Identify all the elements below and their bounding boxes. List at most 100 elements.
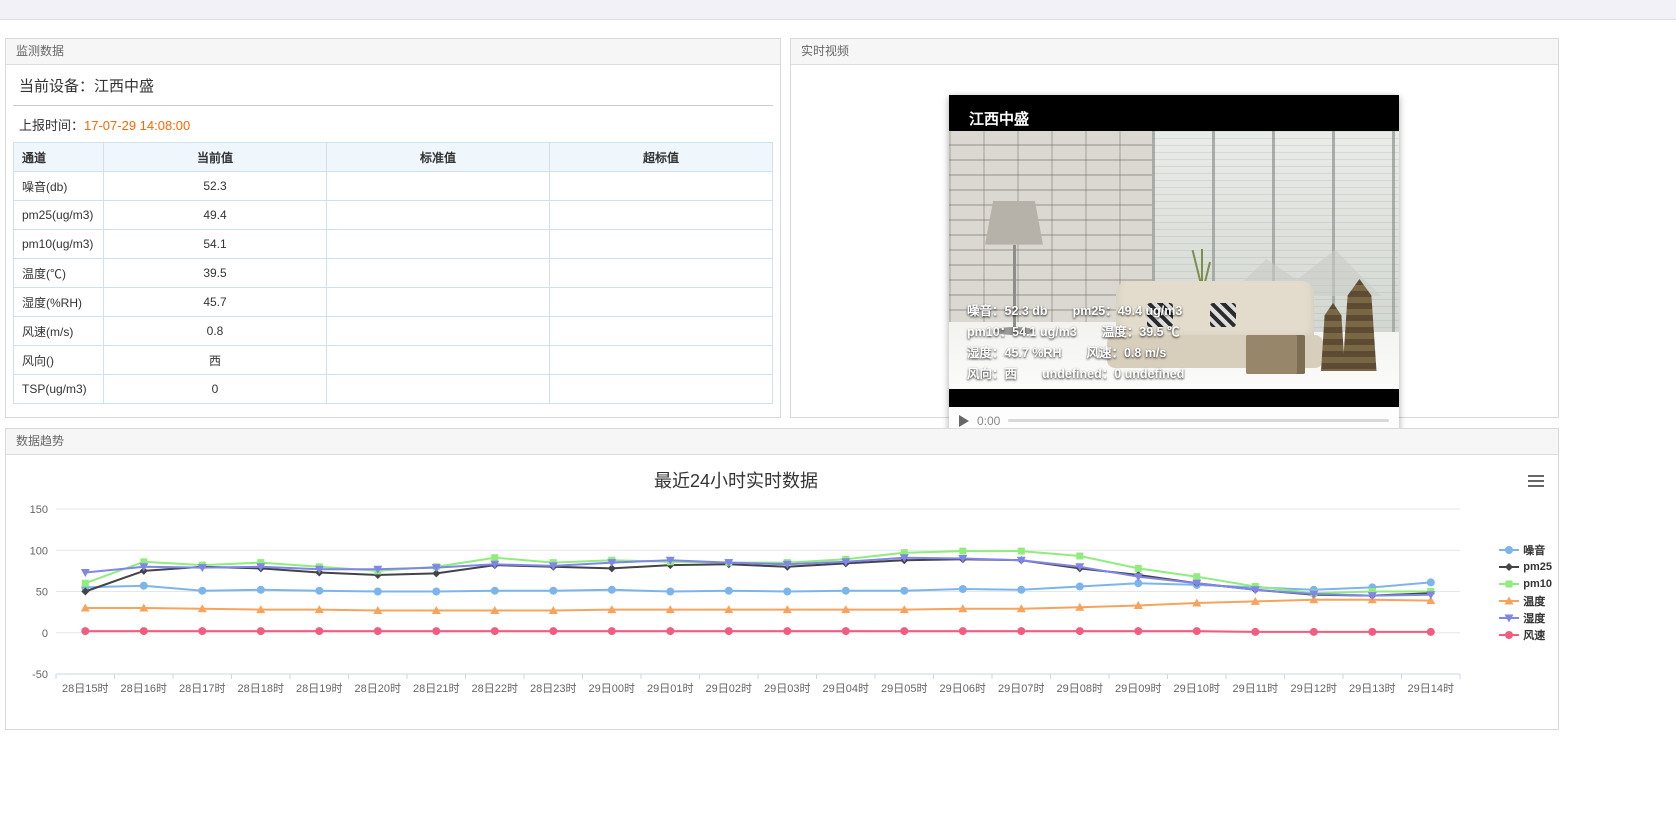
video-progress-bar[interactable] xyxy=(1008,419,1389,422)
svg-text:29日01时: 29日01时 xyxy=(647,682,693,695)
svg-text:100: 100 xyxy=(30,545,48,557)
exceed-value-cell xyxy=(550,230,773,259)
play-button[interactable] xyxy=(959,415,969,427)
svg-text:28日18时: 28日18时 xyxy=(238,682,284,695)
exceed-value-cell xyxy=(550,259,773,288)
chart-menu-icon[interactable] xyxy=(1528,475,1544,490)
svg-text:29日05时: 29日05时 xyxy=(881,682,927,695)
channel-cell: pm25(ug/m3) xyxy=(14,201,104,230)
panel-monitor-data: 监测数据 当前设备：江西中盛 上报时间：17-07-29 14:08:00 通道… xyxy=(5,38,781,418)
legend-label: pm25 xyxy=(1523,561,1552,573)
col-header-current: 当前值 xyxy=(104,143,327,172)
svg-text:28日17时: 28日17时 xyxy=(179,682,225,695)
video-overlay-device-name: 江西中盛 xyxy=(969,108,1029,129)
legend-marker-icon xyxy=(1499,561,1519,573)
video-overlay-line: 湿度：45.7 %RH 风速：0.8 m/s xyxy=(967,343,1184,364)
video-area: 江西中盛 噪音：52.3 db pm2 xyxy=(791,65,1558,418)
report-time-label: 上报时间： xyxy=(19,118,84,133)
table-row: pm25(ug/m3)49.4 xyxy=(14,201,773,230)
report-time-line: 上报时间：17-07-29 14:08:00 xyxy=(13,106,773,142)
video-overlay-line: 噪音：52.3 db pm25：49.4 ug/m3 xyxy=(967,301,1184,322)
current-value-cell: 49.4 xyxy=(104,201,327,230)
standard-value-cell xyxy=(327,375,550,404)
legend-item-pm25[interactable]: pm25 xyxy=(1499,558,1552,575)
svg-text:29日02时: 29日02时 xyxy=(706,682,752,695)
chart-legend: 噪音 pm25 pm10温度湿度风速 xyxy=(1499,541,1552,643)
legend-label: 噪音 xyxy=(1523,542,1545,558)
col-header-exceed: 超标值 xyxy=(550,143,773,172)
video-screen[interactable]: 江西中盛 噪音：52.3 db pm2 xyxy=(949,95,1399,407)
exceed-value-cell xyxy=(550,288,773,317)
channel-cell: 风向() xyxy=(14,346,104,375)
svg-text:0: 0 xyxy=(42,628,48,640)
legend-item-噪音[interactable]: 噪音 xyxy=(1499,541,1552,558)
current-value-cell: 54.1 xyxy=(104,230,327,259)
coffee-table-graphic xyxy=(1246,335,1305,374)
chart-plot-area: -5005010015028日15时28日16时28日17时28日18时28日1… xyxy=(8,499,1556,724)
legend-item-pm10[interactable]: pm10 xyxy=(1499,575,1552,592)
floor-lamp-graphic xyxy=(985,201,1043,245)
current-value-cell: 西 xyxy=(104,346,327,375)
browser-top-strip xyxy=(0,0,1676,20)
exceed-value-cell xyxy=(550,201,773,230)
table-row: 噪音(db)52.3 xyxy=(14,172,773,201)
standard-value-cell xyxy=(327,230,550,259)
svg-text:29日08时: 29日08时 xyxy=(1057,682,1103,695)
col-header-standard: 标准值 xyxy=(327,143,550,172)
current-value-cell: 45.7 xyxy=(104,288,327,317)
panel-realtime-video: 实时视频 江西中盛 xyxy=(790,38,1559,418)
monitor-content: 当前设备：江西中盛 上报时间：17-07-29 14:08:00 通道 当前值 … xyxy=(6,65,780,408)
svg-text:29日11时: 29日11时 xyxy=(1232,682,1278,695)
svg-text:28日15时: 28日15时 xyxy=(62,682,108,695)
panel-monitor-title: 监测数据 xyxy=(6,39,780,65)
legend-marker-icon xyxy=(1499,578,1519,590)
legend-marker-icon xyxy=(1499,612,1519,624)
legend-marker-icon xyxy=(1499,595,1519,607)
legend-label: 温度 xyxy=(1523,593,1545,609)
current-value-cell: 0.8 xyxy=(104,317,327,346)
current-value-cell: 39.5 xyxy=(104,259,327,288)
video-overlay-line: pm10：54.1 ug/m3 温度：39.5 ℃ xyxy=(967,322,1184,343)
svg-text:29日04时: 29日04时 xyxy=(823,682,869,695)
channel-cell: 风速(m/s) xyxy=(14,317,104,346)
svg-text:29日06时: 29日06时 xyxy=(940,682,986,695)
panel-video-title: 实时视频 xyxy=(791,39,1558,65)
report-time-value: 17-07-29 14:08:00 xyxy=(84,118,190,133)
table-row: TSP(ug/m3)0 xyxy=(14,375,773,404)
channel-cell: 噪音(db) xyxy=(14,172,104,201)
panel-data-trend: 数据趋势 最近24小时实时数据 -5005010015028日15时28日16时… xyxy=(5,428,1559,730)
exceed-value-cell xyxy=(550,375,773,404)
svg-text:28日19时: 28日19时 xyxy=(296,682,342,695)
video-time: 0:00 xyxy=(977,414,1000,428)
svg-text:29日13时: 29日13时 xyxy=(1349,682,1395,695)
svg-text:28日21时: 28日21时 xyxy=(413,682,459,695)
svg-text:-50: -50 xyxy=(32,669,48,681)
channel-cell: 湿度(%RH) xyxy=(14,288,104,317)
svg-text:28日23时: 28日23时 xyxy=(530,682,576,695)
channel-cell: TSP(ug/m3) xyxy=(14,375,104,404)
trend-chart: 最近24小时实时数据 -5005010015028日15时28日16时28日17… xyxy=(6,455,1558,730)
standard-value-cell xyxy=(327,346,550,375)
svg-text:29日00时: 29日00时 xyxy=(589,682,635,695)
exceed-value-cell xyxy=(550,346,773,375)
channel-cell: 温度(℃) xyxy=(14,259,104,288)
video-overlay-readings: 噪音：52.3 db pm25：49.4 ug/m3pm10：54.1 ug/m… xyxy=(967,301,1184,385)
svg-text:28日16时: 28日16时 xyxy=(121,682,167,695)
table-row: 湿度(%RH)45.7 xyxy=(14,288,773,317)
svg-text:29日12时: 29日12时 xyxy=(1291,682,1337,695)
svg-text:29日07时: 29日07时 xyxy=(998,682,1044,695)
legend-item-风速[interactable]: 风速 xyxy=(1499,626,1552,643)
monitor-table-header-row: 通道 当前值 标准值 超标值 xyxy=(14,143,773,172)
panel-trend-title: 数据趋势 xyxy=(6,429,1558,455)
current-device-label: 当前设备：江西中盛 xyxy=(13,69,773,106)
svg-text:29日03时: 29日03时 xyxy=(764,682,810,695)
svg-text:150: 150 xyxy=(30,504,48,516)
standard-value-cell xyxy=(327,172,550,201)
legend-label: 湿度 xyxy=(1523,610,1545,626)
legend-item-温度[interactable]: 温度 xyxy=(1499,592,1552,609)
legend-item-湿度[interactable]: 湿度 xyxy=(1499,609,1552,626)
legend-marker-icon xyxy=(1499,629,1519,641)
video-player[interactable]: 江西中盛 噪音：52.3 db pm2 xyxy=(949,95,1399,434)
table-row: 风速(m/s)0.8 xyxy=(14,317,773,346)
current-value-cell: 52.3 xyxy=(104,172,327,201)
